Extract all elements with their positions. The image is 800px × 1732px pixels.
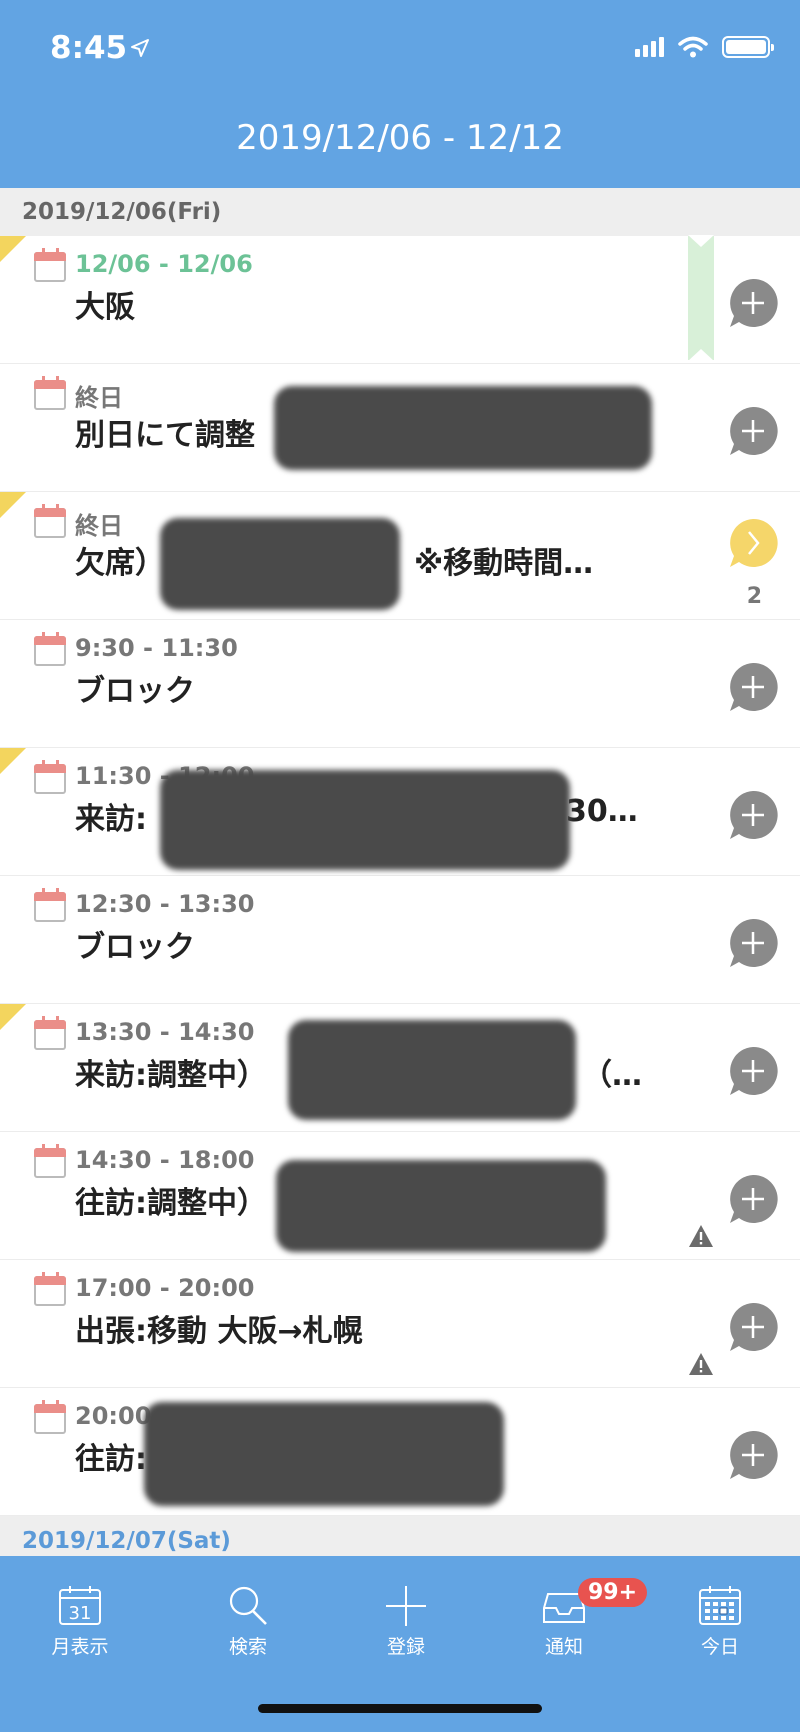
redaction-mark	[276, 1160, 606, 1252]
event-item[interactable]: 13:30 - 14:30 来訪:調整中） （…	[0, 1004, 800, 1132]
calendar-icon	[34, 376, 66, 410]
event-title: 来訪:調整中）	[75, 1058, 267, 1093]
event-time: 終日	[75, 384, 123, 412]
tab-search[interactable]: 検索	[178, 1584, 318, 1659]
flag-marker	[0, 1004, 26, 1030]
event-title: 大阪	[75, 290, 135, 325]
calendar-icon	[34, 1144, 66, 1178]
calendar-today-icon	[699, 1586, 741, 1625]
location-arrow-icon	[131, 39, 149, 57]
event-title: 出張:移動 大阪→札幌	[75, 1314, 363, 1349]
cellular-signal-icon	[635, 37, 664, 57]
page-title: 2019/12/06 - 12/12	[236, 118, 564, 158]
add-comment-icon[interactable]	[726, 1172, 780, 1226]
app-header: 8:45 2019/12/06 - 12/12	[0, 0, 800, 188]
plus-icon	[386, 1586, 426, 1626]
event-item[interactable]: 14:30 - 18:00 往訪:調整中）	[0, 1132, 800, 1260]
add-comment-icon[interactable]	[726, 276, 780, 330]
event-title: 往訪:調整中）	[75, 1186, 267, 1221]
event-title: 欠席）	[75, 546, 165, 581]
comment-count: 2	[746, 584, 762, 609]
event-time: 終日	[75, 512, 123, 540]
warning-icon	[689, 1225, 713, 1247]
event-title: ブロック	[75, 930, 195, 965]
add-comment-icon[interactable]	[726, 1428, 780, 1482]
event-title-tail: （…	[582, 1058, 642, 1093]
date-section-header: 2019/12/07(Sat)	[0, 1516, 800, 1556]
wifi-icon	[678, 36, 708, 58]
event-item[interactable]: 12:30 - 13:30 ブロック	[0, 876, 800, 1004]
event-title: 往訪:	[75, 1442, 147, 1477]
event-time: 13:30 - 14:30	[75, 1018, 255, 1046]
redaction-mark	[274, 386, 652, 470]
event-item[interactable]: 終日 別日にて調整	[0, 364, 800, 492]
redaction-mark	[160, 518, 400, 610]
tab-today[interactable]: 今日	[650, 1584, 790, 1659]
redaction-mark	[160, 770, 570, 870]
event-item[interactable]: 17:00 - 20:00 出張:移動 大阪→札幌	[0, 1260, 800, 1388]
calendar-icon	[34, 888, 66, 922]
warning-icon	[689, 1353, 713, 1375]
add-comment-icon[interactable]	[726, 660, 780, 714]
add-comment-icon[interactable]	[726, 404, 780, 458]
add-comment-icon[interactable]	[726, 788, 780, 842]
tab-label: 登録	[386, 1636, 425, 1658]
add-comment-icon[interactable]	[726, 1300, 780, 1354]
status-indicators	[635, 36, 774, 58]
notification-badge: 99+	[578, 1578, 648, 1607]
tab-label: 月表示	[51, 1636, 109, 1658]
multi-day-bar	[688, 235, 714, 361]
calendar-icon	[34, 248, 66, 282]
event-item[interactable]: 11:30 - 12:00 来訪: 30…	[0, 748, 800, 876]
tab-notifications[interactable]: 通知 99+	[494, 1578, 648, 1659]
open-comments-icon[interactable]	[726, 516, 780, 570]
tab-month-view[interactable]: 31 月表示	[10, 1584, 150, 1659]
flag-marker	[0, 236, 26, 262]
tab-label: 検索	[228, 1636, 267, 1658]
event-time: 12/06 - 12/06	[75, 250, 253, 278]
tab-register[interactable]: 登録	[336, 1584, 476, 1659]
add-comment-icon[interactable]	[726, 916, 780, 970]
add-comment-icon[interactable]	[726, 1044, 780, 1098]
event-time: 14:30 - 18:00	[75, 1146, 255, 1174]
event-title-tail: 30…	[566, 794, 638, 829]
calendar-icon	[34, 1272, 66, 1306]
tab-label: 今日	[700, 1636, 739, 1658]
event-time: 12:30 - 13:30	[75, 890, 255, 918]
event-title-tail: ※移動時間…	[414, 546, 594, 581]
event-time: 17:00 - 20:00	[75, 1274, 255, 1302]
tab-label: 通知	[544, 1636, 583, 1658]
home-indicator	[258, 1704, 542, 1713]
event-item[interactable]: 終日 欠席） ※移動時間… 2	[0, 492, 800, 620]
calendar-icon	[34, 632, 66, 666]
event-title: 来訪:	[75, 802, 147, 837]
calendar-icon	[34, 760, 66, 794]
redaction-mark	[144, 1402, 504, 1506]
event-item[interactable]: 12/06 - 12/06 大阪	[0, 235, 800, 364]
status-time: 8:45	[50, 30, 128, 66]
search-icon	[229, 1586, 267, 1625]
calendar-icon	[34, 1016, 66, 1050]
event-item[interactable]: 20:00 - 往訪:	[0, 1388, 800, 1516]
event-time: 9:30 - 11:30	[75, 634, 238, 662]
event-item[interactable]: 9:30 - 11:30 ブロック	[0, 620, 800, 748]
flag-marker	[0, 748, 26, 774]
date-section-header: 2019/12/06(Fri)	[0, 188, 800, 236]
battery-icon	[722, 36, 774, 58]
calendar-icon	[34, 504, 66, 538]
event-title: ブロック	[75, 674, 195, 709]
calendar-month-icon: 31	[59, 1586, 101, 1625]
redaction-mark	[288, 1020, 576, 1120]
month-icon-day: 31	[69, 1603, 92, 1624]
event-title: 別日にて調整	[75, 418, 255, 453]
calendar-icon	[34, 1400, 66, 1434]
flag-marker	[0, 492, 26, 518]
